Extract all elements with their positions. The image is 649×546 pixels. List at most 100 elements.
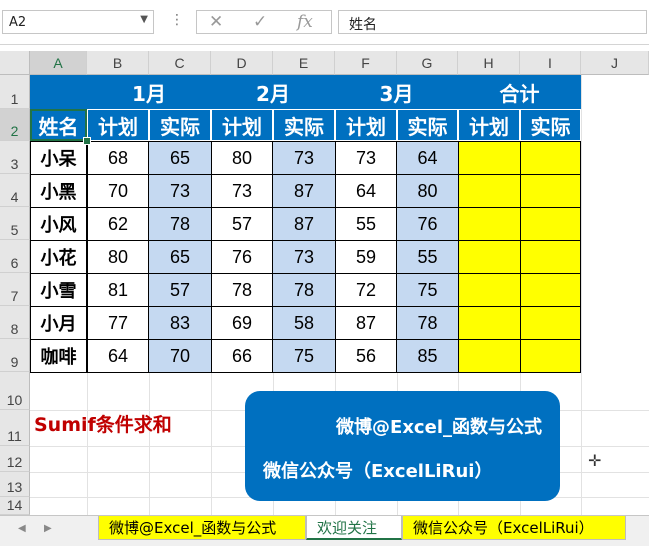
row-header-11[interactable]: 11 [0, 410, 30, 446]
tab-next-icon[interactable]: ▶ [44, 523, 52, 534]
data-cell[interactable]: 87 [335, 306, 397, 340]
name-cell[interactable]: 小风 [30, 207, 87, 241]
total-plan-cell[interactable] [458, 207, 521, 241]
total-actual-cell[interactable] [520, 174, 581, 208]
column-header-e[interactable]: E [273, 51, 335, 75]
header-corner-cell[interactable] [30, 75, 87, 109]
name-cell[interactable]: 小黑 [30, 174, 87, 208]
data-cell[interactable]: 81 [87, 273, 149, 307]
data-cell[interactable]: 73 [335, 141, 397, 175]
row-header-8[interactable]: 8 [0, 306, 30, 339]
cancel-icon[interactable]: ✕ [209, 12, 223, 32]
data-cell[interactable]: 57 [148, 273, 212, 307]
row-header-2[interactable]: 2 [0, 109, 30, 141]
total-plan-cell[interactable] [458, 240, 521, 274]
select-all-corner[interactable] [0, 51, 30, 75]
month-header-2[interactable]: 2月 [211, 75, 335, 109]
actual-header-cell[interactable]: 实际 [273, 109, 335, 141]
name-cell[interactable]: 小月 [30, 306, 87, 340]
data-cell[interactable]: 78 [272, 273, 336, 307]
data-cell[interactable]: 69 [211, 306, 273, 340]
data-cell[interactable]: 66 [211, 339, 273, 373]
data-cell[interactable]: 65 [148, 240, 212, 274]
row-header-3[interactable]: 3 [0, 141, 30, 174]
plan-header-cell[interactable]: 计划 [211, 109, 273, 141]
name-cell[interactable]: 小呆 [30, 141, 87, 175]
total-plan-cell[interactable] [458, 174, 521, 208]
row-header-7[interactable]: 7 [0, 273, 30, 306]
total-actual-cell[interactable] [520, 306, 581, 340]
row-header-12[interactable]: 12 [0, 446, 30, 472]
data-cell[interactable]: 76 [396, 207, 459, 241]
total-plan-cell[interactable] [458, 306, 521, 340]
data-cell[interactable]: 58 [272, 306, 336, 340]
data-cell[interactable]: 73 [148, 174, 212, 208]
row-header-9[interactable]: 9 [0, 339, 30, 372]
data-cell[interactable]: 78 [396, 306, 459, 340]
data-cell[interactable]: 68 [87, 141, 149, 175]
data-cell[interactable]: 57 [211, 207, 273, 241]
more-options-icon[interactable]: ⋮ [170, 12, 184, 28]
row-header-14[interactable]: 14 [0, 497, 30, 515]
column-header-b[interactable]: B [87, 51, 149, 75]
data-cell[interactable]: 83 [148, 306, 212, 340]
row-header-10[interactable]: 10 [0, 372, 30, 410]
data-cell[interactable]: 73 [272, 141, 336, 175]
tab-prev-icon[interactable]: ◀ [18, 523, 26, 534]
name-box[interactable]: A2 ▼ [2, 10, 154, 34]
data-cell[interactable]: 80 [211, 141, 273, 175]
data-cell[interactable]: 59 [335, 240, 397, 274]
data-cell[interactable]: 64 [335, 174, 397, 208]
row-header-13[interactable]: 13 [0, 472, 30, 497]
actual-header-cell[interactable]: 实际 [397, 109, 458, 141]
data-cell[interactable]: 76 [211, 240, 273, 274]
data-cell[interactable]: 77 [87, 306, 149, 340]
name-cell[interactable]: 小花 [30, 240, 87, 274]
month-header-1[interactable]: 1月 [87, 75, 211, 109]
data-cell[interactable]: 80 [87, 240, 149, 274]
data-cell[interactable]: 55 [335, 207, 397, 241]
column-header-d[interactable]: D [211, 51, 273, 75]
row-header-6[interactable]: 6 [0, 240, 30, 273]
data-cell[interactable]: 56 [335, 339, 397, 373]
sheet-tab-welcome[interactable]: 欢迎关注 [306, 516, 402, 540]
data-cell[interactable]: 72 [335, 273, 397, 307]
data-cell[interactable]: 78 [211, 273, 273, 307]
data-cell[interactable]: 75 [396, 273, 459, 307]
month-header-3[interactable]: 3月 [335, 75, 458, 109]
actual-header-cell[interactable]: 实际 [149, 109, 211, 141]
row-header-1[interactable]: 1 [0, 75, 30, 109]
enter-check-icon[interactable]: ✓ [253, 12, 267, 32]
row-header-5[interactable]: 5 [0, 207, 30, 240]
column-header-a[interactable]: A [30, 51, 87, 75]
column-header-f[interactable]: F [335, 51, 397, 75]
total-plan-cell[interactable] [458, 141, 521, 175]
data-cell[interactable]: 73 [272, 240, 336, 274]
data-cell[interactable]: 64 [396, 141, 459, 175]
column-header-g[interactable]: G [397, 51, 458, 75]
data-cell[interactable]: 55 [396, 240, 459, 274]
total-actual-cell[interactable] [520, 273, 581, 307]
total-actual-cell[interactable] [520, 240, 581, 274]
plan-header-cell[interactable]: 计划 [87, 109, 149, 141]
fill-handle[interactable] [83, 137, 91, 145]
sheet-tab-weibo[interactable]: 微博@Excel_函数与公式 [98, 516, 306, 540]
data-cell[interactable]: 87 [272, 207, 336, 241]
data-cell[interactable]: 80 [396, 174, 459, 208]
total-header[interactable]: 合计 [458, 75, 581, 109]
data-cell[interactable]: 62 [87, 207, 149, 241]
data-cell[interactable]: 85 [396, 339, 459, 373]
column-header-j[interactable]: J [581, 51, 649, 75]
insert-function-icon[interactable]: fx [297, 12, 313, 32]
column-header-h[interactable]: H [458, 51, 520, 75]
formula-input[interactable]: 姓名 [338, 10, 647, 34]
name-cell[interactable]: 咖啡 [30, 339, 87, 373]
total-plan-cell[interactable] [458, 339, 521, 373]
data-cell[interactable]: 65 [148, 141, 212, 175]
data-cell[interactable]: 87 [272, 174, 336, 208]
data-cell[interactable]: 73 [211, 174, 273, 208]
data-cell[interactable]: 78 [148, 207, 212, 241]
chevron-down-icon[interactable]: ▼ [140, 14, 148, 25]
total-actual-cell[interactable] [520, 339, 581, 373]
data-cell[interactable]: 70 [87, 174, 149, 208]
